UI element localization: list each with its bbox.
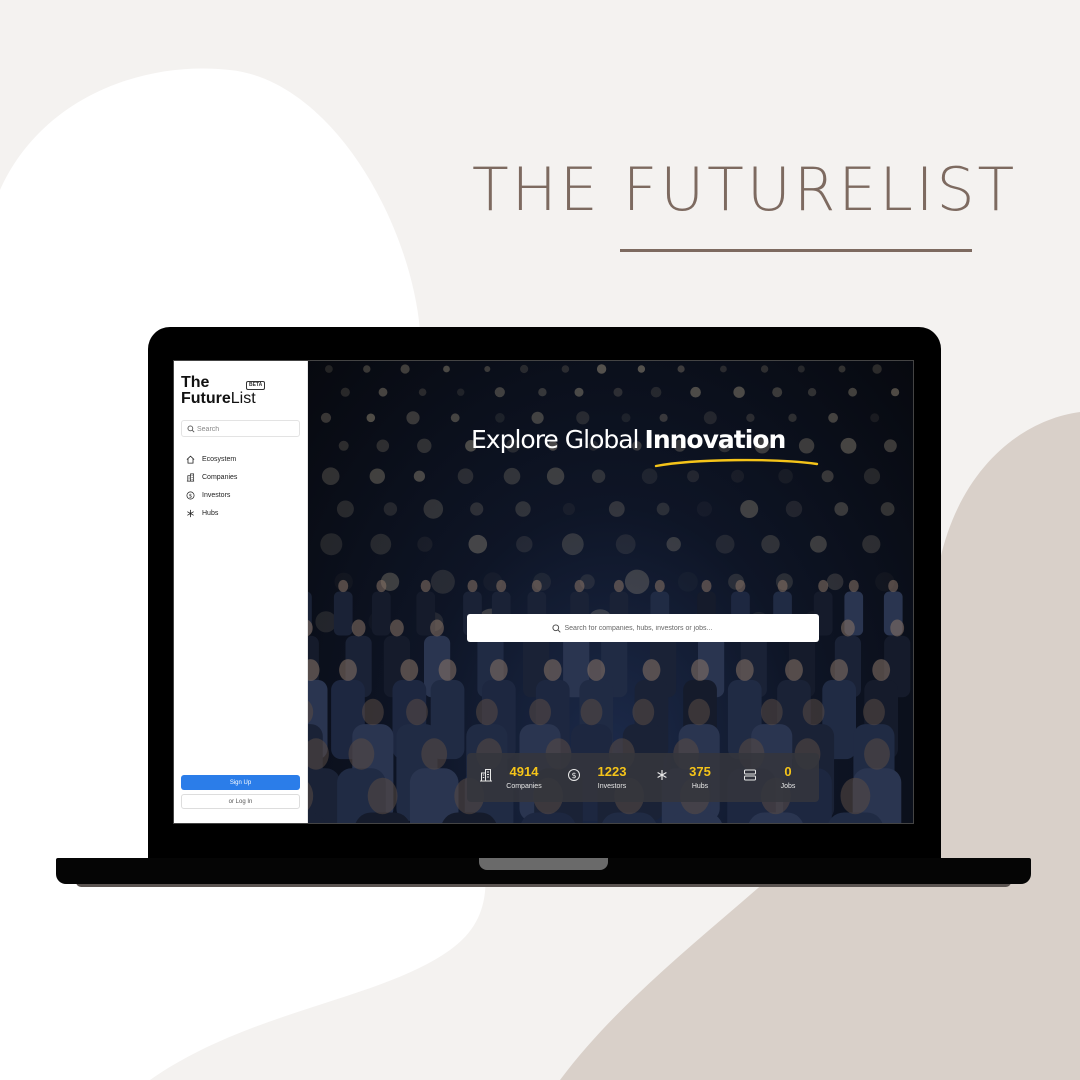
building-icon — [184, 472, 196, 482]
stat-jobs[interactable]: 0 Jobs — [731, 753, 819, 802]
sidebar-item-hubs[interactable]: Hubs — [184, 504, 237, 522]
sidebar-item-label: Ecosystem — [202, 455, 237, 463]
sidebar-item-companies[interactable]: Companies — [184, 468, 237, 486]
sidebar-item-investors[interactable]: $ Investors — [184, 486, 237, 504]
stat-label: Jobs — [780, 783, 796, 790]
sign-up-button[interactable]: Sign Up — [181, 775, 300, 790]
sidebar-item-label: Hubs — [202, 509, 219, 517]
stat-value: 1223 — [597, 764, 627, 779]
hero-section: Explore GlobalInnovation 4914 Companies — [308, 361, 913, 823]
stat-value: 375 — [689, 764, 711, 779]
sidebar-item-label: Companies — [202, 473, 238, 481]
sidebar-item-label: Investors — [202, 491, 231, 499]
stats-panel: 4914 Companies $ 1223 Investors 375 Hubs — [467, 753, 819, 802]
search-icon — [551, 623, 561, 633]
home-icon — [184, 454, 196, 464]
sidebar-search[interactable] — [181, 420, 300, 437]
beta-badge: BETA — [246, 381, 266, 390]
laptop-screen: The FutureList BETA Ecosystem Comp — [173, 360, 914, 824]
stat-label: Investors — [597, 783, 627, 790]
hero-search-input[interactable] — [564, 624, 735, 632]
stat-value: 4914 — [509, 764, 539, 779]
laptop-notch — [479, 858, 608, 870]
stat-label: Companies — [506, 783, 542, 790]
logo-light-part: List — [230, 390, 256, 407]
stat-hubs[interactable]: 375 Hubs — [643, 753, 731, 802]
app-logo[interactable]: The FutureList — [181, 375, 256, 407]
hero-title: Explore Global Innovation — [471, 424, 787, 456]
hero-title-bold: Innovation — [644, 425, 787, 454]
sidebar-search-input[interactable] — [197, 423, 295, 435]
dollar-coin-icon: $ — [184, 490, 196, 500]
logo-line-2: FutureList — [181, 391, 256, 407]
stat-label: Hubs — [691, 783, 709, 790]
stat-value: 0 — [784, 764, 792, 779]
log-in-button[interactable]: or Log In — [181, 794, 300, 809]
title-underline-rule — [620, 249, 972, 252]
bokeh-lights — [315, 364, 900, 635]
search-icon — [187, 425, 195, 433]
hero-title-regular: Explore Global — [471, 425, 640, 454]
stat-companies[interactable]: 4914 Companies — [467, 753, 555, 802]
sidebar: The FutureList BETA Ecosystem Comp — [174, 361, 308, 823]
sidebar-item-ecosystem[interactable]: Ecosystem — [184, 450, 237, 468]
logo-bold-part: Future — [181, 390, 231, 407]
hero-search-bar[interactable] — [467, 614, 819, 642]
logo-line-1: The — [181, 374, 210, 391]
innovation-underline — [654, 458, 819, 468]
promo-title: THE FUTURELIST — [472, 155, 1018, 225]
stat-investors[interactable]: $ 1223 Investors — [555, 753, 643, 802]
asterisk-icon — [184, 508, 196, 518]
sidebar-nav: Ecosystem Companies $ Investors Hubs — [184, 450, 237, 522]
svg-text:$: $ — [188, 493, 191, 499]
